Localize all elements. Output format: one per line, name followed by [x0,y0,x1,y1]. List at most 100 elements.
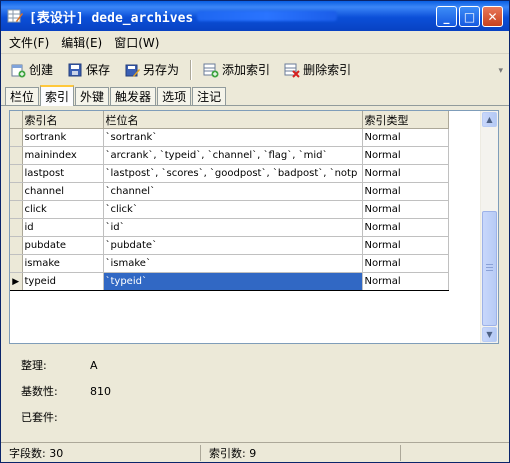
save-button[interactable]: 保存 [64,59,113,80]
tab-foreign-keys[interactable]: 外键 [75,87,110,105]
grip-line [486,264,493,265]
column-header-field-name[interactable]: 栏位名 [103,111,363,129]
row-indicator [10,218,23,237]
table-row[interactable]: channel `channel` Normal [10,182,449,201]
tab-comment[interactable]: 注记 [192,87,227,105]
field-name-cell[interactable]: `typeid` [103,272,363,291]
toolbar-overflow-icon[interactable]: ▾ [498,66,503,76]
add-index-button[interactable]: 添加索引 [200,59,273,80]
index-table: 索引名 栏位名 索引类型 sortrank `sortrank` Normal … [10,111,449,291]
index-type-cell[interactable]: Normal [362,218,449,237]
column-header-index-type[interactable]: 索引类型 [362,111,449,129]
field-name-cell[interactable]: `pubdate` [103,236,363,255]
index-name-cell[interactable]: sortrank [22,128,104,147]
index-name-cell[interactable]: click [22,200,104,219]
table-design-icon [7,9,23,23]
close-button[interactable]: ✕ [482,6,503,27]
scroll-thumb[interactable] [482,211,497,326]
field-name-cell[interactable]: `id` [103,218,363,237]
cardinality-value: 810 [90,385,111,398]
field-name-cell[interactable]: `lastpost`, `scores`, `goodpost`, `badpo… [103,164,363,183]
create-button[interactable]: 创建 [7,59,56,80]
vertical-scrollbar[interactable]: ▲ ▼ [480,111,498,343]
row-indicator [10,128,23,147]
index-type-cell[interactable]: Normal [362,236,449,255]
save-label: 保存 [86,63,111,77]
index-type-cell[interactable]: Normal [362,200,449,219]
table-row[interactable]: sortrank `sortrank` Normal [10,128,449,147]
index-count-status: 索引数: 9 [201,444,401,461]
table-row-selected[interactable]: ▶ typeid `typeid` Normal [10,272,449,291]
index-type-cell[interactable]: Normal [362,146,449,165]
index-grid: 索引名 栏位名 索引类型 sortrank `sortrank` Normal … [9,110,499,344]
field-name-cell[interactable]: `ismake` [103,254,363,273]
index-type-cell[interactable]: Normal [362,272,449,291]
scroll-up-icon[interactable]: ▲ [482,112,497,127]
window-title: [表设计] dede_archives [29,10,194,26]
status-bar: 字段数: 30 索引数: 9 [1,442,509,462]
index-type-cell[interactable]: Normal [362,164,449,183]
row-indicator [10,236,23,255]
index-properties: 整理: A 基数性: 810 已套件: [21,353,111,431]
tab-triggers[interactable]: 触发器 [110,87,157,105]
save-as-icon [125,64,141,77]
maximize-button[interactable]: □ [459,6,480,27]
field-name-cell[interactable]: `arcrank`, `typeid`, `channel`, `flag`, … [103,146,363,165]
table-row[interactable]: mainindex `arcrank`, `typeid`, `channel`… [10,146,449,165]
index-name-cell[interactable]: lastpost [22,164,104,183]
table-row[interactable]: lastpost `lastpost`, `scores`, `goodpost… [10,164,449,183]
collation-label: 整理: [21,359,47,372]
index-type-cell[interactable]: Normal [362,182,449,201]
minimize-button[interactable]: _ [436,6,457,27]
index-name-cell[interactable]: mainindex [22,146,104,165]
tab-strip: 栏位 索引 外键 触发器 选项 注记 [1,85,509,106]
row-indicator [10,146,23,165]
menu-file[interactable]: 文件(F) [9,34,49,51]
field-count-status: 字段数: 30 [1,444,201,461]
tab-indexes[interactable]: 索引 [40,85,75,106]
row-indicator-header [10,111,23,129]
cardinality-label: 基数性: [21,385,58,398]
table-row[interactable]: id `id` Normal [10,218,449,237]
field-name-cell[interactable]: `channel` [103,182,363,201]
row-indicator [10,164,23,183]
scroll-down-icon[interactable]: ▼ [482,327,497,342]
toolbar: 创建 保存 另存为 添加索引 删除索引 ▾ [1,54,509,85]
index-name-cell[interactable]: id [22,218,104,237]
save-as-button[interactable]: 另存为 [121,59,182,80]
index-name-cell[interactable]: pubdate [22,236,104,255]
table-row[interactable]: pubdate `pubdate` Normal [10,236,449,255]
menu-edit[interactable]: 编辑(E) [61,34,102,51]
table-row[interactable]: ismake `ismake` Normal [10,254,449,273]
toolbar-separator [190,59,193,80]
menu-bar: 文件(F) 编辑(E) 窗口(W) [1,31,509,54]
create-label: 创建 [29,63,54,77]
create-icon [11,64,26,77]
index-name-cell[interactable]: typeid [22,272,104,291]
title-bar[interactable]: [表设计] dede_archives _ □ ✕ [1,1,509,31]
index-type-cell[interactable]: Normal [362,128,449,147]
table-row[interactable]: click `click` Normal [10,200,449,219]
row-indicator [10,254,23,273]
column-header-index-name[interactable]: 索引名 [22,111,104,129]
field-name-cell[interactable]: `click` [103,200,363,219]
index-name-cell[interactable]: channel [22,182,104,201]
packed-label: 已套件: [21,411,58,424]
table-design-window: [表设计] dede_archives _ □ ✕ 文件(F) 编辑(E) 窗口… [0,0,510,463]
row-indicator [10,182,23,201]
save-as-label: 另存为 [143,63,180,77]
current-row-arrow-icon: ▶ [10,272,23,291]
add-index-icon [203,63,219,77]
grip-line [486,270,493,271]
index-name-cell[interactable]: ismake [22,254,104,273]
title-redaction [197,11,338,21]
delete-index-label: 删除索引 [303,63,352,77]
tab-fields[interactable]: 栏位 [5,87,40,105]
tab-options[interactable]: 选项 [157,87,192,105]
delete-index-button[interactable]: 删除索引 [281,59,354,80]
grip-line [486,267,493,268]
index-type-cell[interactable]: Normal [362,254,449,273]
menu-window[interactable]: 窗口(W) [114,34,159,51]
field-name-cell[interactable]: `sortrank` [103,128,363,147]
row-indicator [10,200,23,219]
